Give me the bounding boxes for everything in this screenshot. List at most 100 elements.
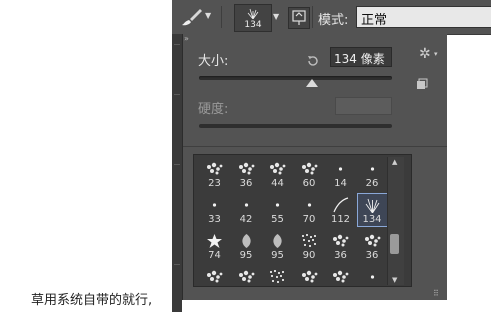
brush-star-icon: [203, 233, 226, 249]
brush-preset[interactable]: 95: [262, 229, 293, 263]
brush-size-label: 134: [362, 214, 382, 225]
brush-size-label: 14: [334, 178, 347, 189]
brush-preset-panel: » 大小: 134 像素 ✲ ▾ 硬度: 23 36 44 60 14 26 33 42 55 7…: [182, 34, 447, 300]
brush-preset-picker[interactable]: 134: [234, 4, 272, 32]
brush-size-label: 90: [302, 250, 316, 261]
brush-scatter-icon: [235, 269, 258, 285]
brush-size-label: 60: [302, 178, 316, 189]
brush-size-label: 36: [239, 178, 253, 189]
brush-preset[interactable]: 90: [294, 229, 325, 263]
brush-preset[interactable]: 63: [325, 265, 356, 287]
collapse-arrows-icon[interactable]: »: [184, 34, 189, 43]
brush-preset[interactable]: 63: [231, 265, 262, 287]
chevron-down-icon[interactable]: ▼: [205, 11, 213, 21]
brush-scatter-icon: [298, 269, 321, 285]
brush-grass-icon: [361, 197, 384, 214]
brush-texture-icon: [298, 233, 321, 249]
brush-preset[interactable]: 26: [357, 157, 388, 191]
brush-preset[interactable]: 74: [199, 229, 230, 263]
brush-size-value: 134: [244, 20, 262, 30]
reset-size-icon[interactable]: [306, 53, 320, 67]
brush-size-label: 95: [239, 250, 253, 261]
brush-preset-grid: 23 36 44 60 14 26 33 42 55 70 112 134 74 95 95 90 36 36 33…: [193, 154, 412, 287]
hardness-label: 硬度:: [198, 102, 229, 117]
grid-scrollbar[interactable]: [387, 157, 404, 285]
brush-preset[interactable]: 70: [294, 193, 325, 227]
brush-leaf-icon: [235, 233, 258, 249]
chevron-down-icon[interactable]: ▼: [273, 12, 279, 21]
brush-size-label: 112: [330, 214, 351, 225]
size-slider[interactable]: [199, 76, 392, 80]
brush-dot-icon: [361, 161, 384, 177]
brush-leaf-icon: [266, 233, 289, 249]
mode-select[interactable]: 正常: [356, 6, 491, 28]
brush-preset[interactable]: 112: [325, 193, 356, 227]
brush-dot-icon: [266, 197, 289, 213]
brush-preset[interactable]: 55: [262, 193, 293, 227]
scroll-down-icon[interactable]: ▼: [392, 276, 397, 284]
brush-dot-icon: [235, 197, 258, 213]
brush-dot-icon: [361, 269, 384, 285]
brush-preset-selected[interactable]: 134: [356, 193, 388, 227]
brush-preset[interactable]: 11: [357, 265, 388, 287]
brush-dot-icon: [203, 197, 226, 213]
brush-scatter-icon: [298, 161, 321, 177]
brush-size-label: 36: [334, 250, 347, 261]
scroll-up-icon[interactable]: ▲: [392, 158, 397, 166]
brush-size-label: 39: [294, 286, 325, 287]
size-label: 大小:: [198, 54, 229, 69]
brush-size-label: 70: [302, 214, 316, 225]
brush-scatter-icon: [361, 233, 384, 249]
grass-brush-icon: [247, 8, 259, 19]
brush-size-label: 66: [262, 286, 293, 287]
brush-preset[interactable]: 60: [294, 157, 325, 191]
brush-size-label: 26: [365, 178, 379, 189]
brush-scatter-icon: [203, 161, 226, 177]
brush-size-label: 55: [271, 214, 284, 225]
brush-scatter-icon: [203, 269, 226, 285]
brush-preset[interactable]: 36: [325, 229, 356, 263]
brush-dot-icon: [298, 197, 321, 213]
brush-stroke-icon: [329, 197, 352, 213]
brush-preset[interactable]: 14: [325, 157, 356, 191]
brush-size-label: 23: [208, 178, 221, 189]
brush-preset[interactable]: 33: [199, 265, 230, 287]
brush-preset[interactable]: 95: [231, 229, 262, 263]
brush-dot-icon: [329, 161, 352, 177]
hardness-slider: [199, 124, 392, 128]
mode-select-value: 正常: [361, 13, 388, 28]
chevron-down-icon[interactable]: ▾: [434, 50, 438, 58]
brush-scatter-icon: [329, 269, 352, 285]
scrollbar-thumb[interactable]: [390, 234, 399, 254]
brush-preset[interactable]: 44: [262, 157, 293, 191]
size-input-value: 134 像素: [334, 52, 385, 66]
brush-scatter-icon: [266, 161, 289, 177]
brush-preset[interactable]: 36: [231, 157, 262, 191]
brush-icon[interactable]: [178, 6, 208, 28]
brush-preset[interactable]: 33: [199, 193, 230, 227]
brush-preset[interactable]: 23: [199, 157, 230, 191]
resize-grip-icon[interactable]: ⠿: [433, 289, 439, 298]
brush-preset[interactable]: 42: [231, 193, 262, 227]
brush-panel-toggle-icon[interactable]: [288, 7, 310, 29]
brush-size-label: 74: [208, 250, 221, 261]
brush-size-label: 95: [271, 250, 284, 261]
brush-size-label: 63: [325, 286, 356, 287]
panel-dock-strip: [172, 34, 182, 312]
new-preset-icon[interactable]: [416, 75, 428, 89]
divider: [183, 146, 447, 147]
brush-preset[interactable]: 36: [357, 229, 388, 263]
size-slider-thumb[interactable]: [306, 79, 318, 87]
brush-preset[interactable]: 39: [294, 265, 325, 287]
mode-label: 模式:: [318, 13, 349, 28]
gear-icon[interactable]: ✲: [419, 46, 431, 62]
brush-size-label: 33: [199, 286, 230, 287]
brush-scatter-icon: [235, 161, 258, 177]
brush-preset[interactable]: 66: [262, 265, 293, 287]
brush-size-label: 63: [231, 286, 262, 287]
brush-size-label: 44: [271, 178, 284, 189]
size-input[interactable]: 134 像素: [330, 47, 392, 67]
brush-texture-icon: [266, 269, 289, 285]
brush-size-label: 36: [365, 250, 379, 261]
brush-size-label: 11: [357, 286, 388, 287]
